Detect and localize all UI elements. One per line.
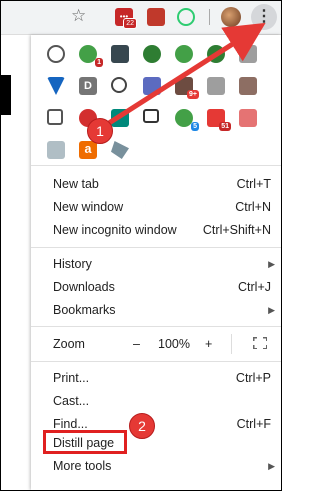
browser-window: ☆ ••• 22 ⋮ 1 D 9+ 5 51 a New tab Ctrl+T … — [0, 0, 282, 491]
step-1-marker: 1 — [87, 118, 113, 144]
step-2-marker: 2 — [129, 413, 155, 439]
